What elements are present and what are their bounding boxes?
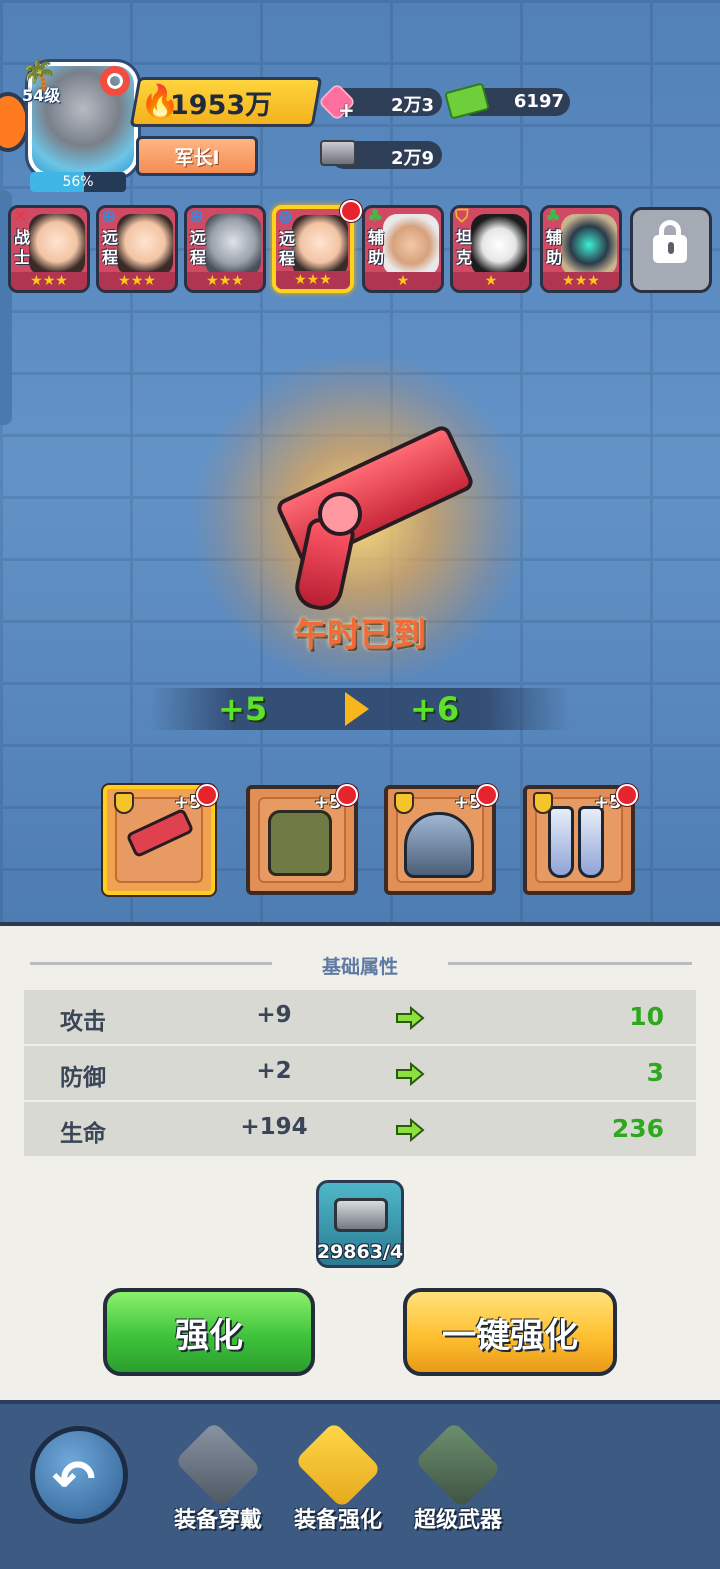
- boot-right-thumbnail: [578, 806, 604, 878]
- combat-power: 1953万: [170, 90, 273, 121]
- green-arrow-icon: [396, 1118, 425, 1142]
- sword-icon: ✕: [13, 206, 29, 227]
- hero-role: 远程: [279, 229, 296, 268]
- hero-portrait: [383, 214, 439, 276]
- shield-badge-icon: [394, 792, 414, 814]
- supply-crate-icon: [174, 1421, 262, 1509]
- hero-role: 战士: [14, 228, 31, 267]
- nav-super-weapon[interactable]: 超级武器: [398, 1420, 518, 1560]
- shield-icon: ⛉: [455, 206, 469, 227]
- attribute-next: 3: [646, 1058, 664, 1087]
- nav-label: 装备穿戴: [173, 1508, 262, 1533]
- rank-label: 军长Ⅰ: [174, 147, 220, 169]
- ingot-icon: [320, 140, 356, 166]
- player-level: 54级: [22, 86, 61, 105]
- attribute-current: +2: [256, 1058, 292, 1084]
- crosshair-icon: ⊕: [101, 206, 117, 227]
- hero-portrait: [117, 214, 173, 276]
- weapon-name: 午时已到: [294, 615, 426, 654]
- crosshair-icon: ⊕: [278, 207, 294, 228]
- lock-keyhole: [668, 242, 674, 254]
- hero-portrait: [471, 214, 527, 276]
- level-to: +6: [410, 690, 460, 728]
- green-arrow-icon: [396, 1006, 425, 1030]
- upgrade-button[interactable]: 强化: [103, 1288, 315, 1376]
- hero-card[interactable]: ♣ 辅助 ★★★: [540, 205, 622, 293]
- upgrade-all-button[interactable]: 一键强化: [403, 1288, 617, 1376]
- add-gems-icon[interactable]: +: [338, 98, 355, 122]
- attribute-name: 生命: [60, 1121, 106, 1147]
- gems-count: 2万3: [390, 95, 434, 116]
- hero-role: 辅助: [546, 228, 563, 267]
- attribute-row: 防御 +2 3: [24, 1046, 696, 1102]
- attribute-name: 防御: [60, 1065, 106, 1091]
- hero-stars: ★★★: [99, 272, 175, 290]
- hero-card[interactable]: ✕ 战士 ★★★: [8, 205, 90, 293]
- xp-bar: 56%: [30, 172, 126, 192]
- cost-amount: 29863/4: [316, 1241, 404, 1263]
- hero-role: 辅助: [368, 228, 385, 267]
- hero-card[interactable]: ⊕ 远程 ★★★: [184, 205, 266, 293]
- attribute-row: 生命 +194 236: [24, 1102, 696, 1158]
- hero-stars: ★: [453, 272, 529, 290]
- hero-role: 远程: [190, 228, 207, 267]
- divider-right: [448, 962, 692, 965]
- play-arrow-icon: [345, 692, 369, 726]
- hero-stars: ★★★: [11, 272, 87, 290]
- missile-icon: [414, 1421, 502, 1509]
- revolver-cylinder: [318, 492, 362, 536]
- notification-dot: [616, 784, 638, 806]
- notification-dot: [340, 200, 362, 222]
- hero-portrait: [292, 215, 348, 277]
- cash-count: 6197: [513, 91, 564, 112]
- hero-stars: ★: [365, 272, 441, 290]
- hero-portrait: [561, 214, 617, 276]
- hero-card[interactable]: ⊕ 远程 ★★★: [96, 205, 178, 293]
- hero-portrait: [205, 214, 261, 276]
- attribute-next: 10: [629, 1002, 664, 1031]
- notification-dot: [476, 784, 498, 806]
- green-arrow-icon: [396, 1062, 425, 1086]
- hero-stars: ★★★: [276, 271, 350, 289]
- attribute-next: 236: [611, 1114, 664, 1143]
- hero-role: 远程: [102, 228, 119, 267]
- hero-stars: ★★★: [187, 272, 263, 290]
- back-arrow-icon: ↶: [52, 1450, 96, 1510]
- nav-label: 装备强化: [293, 1508, 382, 1533]
- hero-role: 坦克: [456, 228, 473, 267]
- flame-icon: 🔥: [140, 82, 180, 120]
- hero-stars: ★★★: [543, 272, 619, 290]
- clover-icon: ♣: [545, 206, 562, 227]
- attributes-title: 基础属性: [321, 956, 398, 978]
- hero-card[interactable]: ♣ 辅助 ★: [362, 205, 444, 293]
- nav-equip-wear[interactable]: 装备穿戴: [158, 1420, 278, 1560]
- ingots-count: 2万9: [390, 148, 434, 169]
- nav-equip-enhance[interactable]: 装备强化: [278, 1420, 398, 1560]
- hero-card[interactable]: ⛉ 坦克 ★: [450, 205, 532, 293]
- xp-percent: 56%: [62, 174, 94, 190]
- boot-left-thumbnail: [548, 806, 574, 878]
- attribute-current: +9: [256, 1002, 292, 1028]
- ingot-icon: [334, 1198, 388, 1232]
- level-from: +5: [218, 690, 268, 728]
- crosshair-icon: ⊕: [189, 206, 205, 227]
- shield-badge-icon: [114, 792, 134, 814]
- notification-dot: [196, 784, 218, 806]
- shield-badge-icon: [533, 792, 553, 814]
- nav-label: 超级武器: [413, 1508, 502, 1533]
- attribute-current: +194: [240, 1114, 308, 1140]
- attribute-name: 攻击: [60, 1009, 106, 1035]
- vest-thumbnail: [268, 810, 332, 876]
- divider-left: [30, 962, 272, 965]
- notification-dot: [336, 784, 358, 806]
- rifle-icon: [294, 1421, 382, 1509]
- lifebuoy-icon: [100, 66, 130, 96]
- helmet-thumbnail: [404, 812, 474, 878]
- attribute-table: 攻击 +9 10 防御 +2 3 生命 +194 236: [24, 990, 696, 1158]
- clover-icon: ♣: [367, 206, 384, 227]
- hero-portrait: [29, 214, 85, 276]
- attribute-row: 攻击 +9 10: [24, 990, 696, 1046]
